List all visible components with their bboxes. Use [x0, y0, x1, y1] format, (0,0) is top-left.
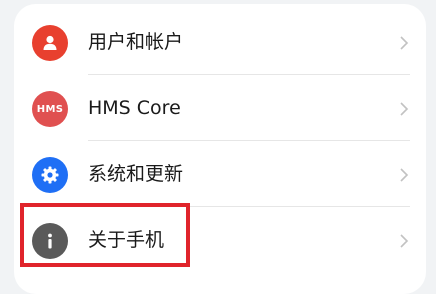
hms-icon-text: HMS	[36, 103, 64, 115]
hms-icon: HMS	[32, 91, 68, 127]
chevron-right-icon	[400, 36, 409, 50]
chevron-right-icon	[400, 102, 409, 116]
settings-item-system-updates[interactable]: 系统和更新	[14, 141, 426, 207]
settings-item-label: 系统和更新	[88, 163, 184, 185]
settings-item-hms-core[interactable]: HMS HMS Core	[14, 75, 426, 141]
gear-icon	[32, 157, 68, 193]
settings-item-label: HMS Core	[88, 97, 181, 119]
settings-item-user-accounts[interactable]: 用户和帐户	[14, 9, 426, 75]
highlight-box	[20, 203, 190, 267]
chevron-right-icon	[400, 234, 409, 248]
settings-item-label: 用户和帐户	[88, 31, 184, 53]
chevron-right-icon	[400, 168, 409, 182]
user-icon	[32, 25, 68, 61]
